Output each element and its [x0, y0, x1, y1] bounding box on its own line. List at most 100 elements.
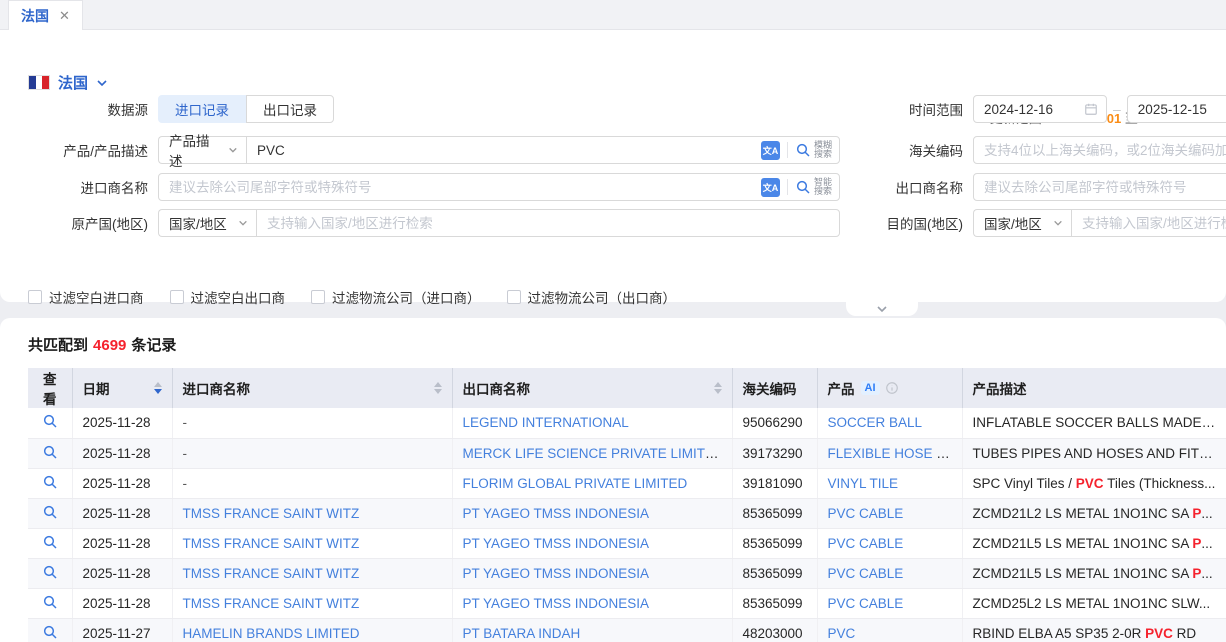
origin-country-input[interactable] [256, 209, 840, 237]
column-header-exporter-label: 出口商名称 [463, 378, 531, 398]
search-icon [42, 624, 58, 640]
table-row: 2025-11-28 TMSS FRANCE SAINT WITZ PT YAG… [28, 588, 1226, 618]
product-link[interactable]: PVC CABLE [828, 566, 904, 581]
cell-date: 2025-11-28 [72, 498, 172, 528]
checkbox-icon [28, 290, 42, 304]
exporter-name-input[interactable] [973, 173, 1226, 201]
chevron-down-icon [96, 77, 108, 89]
checkbox-filter-logistics-importer[interactable]: 过滤物流公司（进口商） [311, 287, 481, 307]
view-record-button[interactable] [42, 534, 58, 550]
divider [787, 179, 788, 195]
exporter-link[interactable]: FLORIM GLOBAL PRIVATE LIMITED [463, 476, 688, 491]
import-records-button[interactable]: 进口记录 [158, 95, 246, 123]
filter-checkboxes: 过滤空白进口商 过滤空白出口商 过滤物流公司（进口商） 过滤物流公司（出口商） [28, 287, 676, 307]
country-tab[interactable]: 法国 ✕ [8, 0, 83, 30]
sort-icon[interactable] [154, 382, 162, 394]
product-field-select[interactable]: 产品描述 [158, 136, 246, 164]
importer-link[interactable]: HAMELIN BRANDS LIMITED [183, 626, 360, 641]
summary-count: 4699 [93, 337, 126, 354]
hs-code-input[interactable] [973, 136, 1226, 164]
country-name: 法国 [58, 72, 88, 93]
cell-description: TUBES PIPES AND HOSES AND FITTI... [962, 438, 1226, 468]
view-record-button[interactable] [42, 624, 58, 640]
product-link[interactable]: PVC CABLE [828, 536, 904, 551]
export-records-button[interactable]: 出口记录 [246, 95, 334, 123]
product-search-input[interactable] [246, 136, 840, 164]
view-record-button[interactable] [42, 594, 58, 610]
column-header-product-label: 产品 [828, 378, 855, 398]
table-header-row: 查看 日期 进口商名称 出口商名称 海关编码 产品AI 产品描述 [28, 368, 1226, 408]
importer-link[interactable]: TMSS FRANCE SAINT WITZ [183, 596, 360, 611]
filter-panel: 法国 更新范围：2012-01-01 至 2025-12-15 数据源 进口记录… [0, 30, 1226, 302]
column-header-importer[interactable]: 进口商名称 [172, 368, 452, 408]
sort-icon[interactable] [714, 382, 722, 394]
close-icon[interactable]: ✕ [59, 9, 70, 22]
origin-country-select-value: 国家/地区 [169, 213, 227, 233]
checkbox-filter-logistics-exporter[interactable]: 过滤物流公司（出口商） [507, 287, 677, 307]
product-link[interactable]: PVC CABLE [828, 506, 904, 521]
country-selector[interactable]: 法国 [28, 72, 108, 93]
cell-hs-code: 95066290 [732, 408, 817, 438]
checkbox-filter-blank-importer[interactable]: 过滤空白进口商 [28, 287, 144, 307]
origin-country-select[interactable]: 国家/地区 [158, 209, 256, 237]
product-link[interactable]: PVC [828, 626, 856, 641]
exporter-link[interactable]: PT BATARA INDAH [463, 626, 581, 641]
exporter-link[interactable]: PT YAGEO TMSS INDONESIA [463, 566, 650, 581]
results-table: 查看 日期 进口商名称 出口商名称 海关编码 产品AI 产品描述 2025-11… [28, 368, 1226, 642]
collapse-filters-button[interactable] [846, 302, 918, 316]
france-flag-icon [28, 75, 50, 90]
importer-link[interactable]: TMSS FRANCE SAINT WITZ [183, 536, 360, 551]
translate-icon[interactable]: 文A [761, 178, 780, 197]
product-field-select-value: 产品描述 [169, 130, 222, 170]
column-header-exporter[interactable]: 出口商名称 [452, 368, 732, 408]
importer-link: - [183, 415, 188, 430]
search-icon [42, 444, 58, 460]
calendar-icon [1084, 102, 1098, 116]
sort-icon[interactable] [434, 382, 442, 394]
cell-date: 2025-11-28 [72, 528, 172, 558]
start-date-input[interactable]: 2024-12-16 [973, 95, 1107, 123]
table-row: 2025-11-27 HAMELIN BRANDS LIMITED PT BAT… [28, 618, 1226, 642]
importer-name-input[interactable] [158, 173, 840, 201]
cell-date: 2025-11-28 [72, 558, 172, 588]
view-record-button[interactable] [42, 413, 58, 429]
exporter-link[interactable]: PT YAGEO TMSS INDONESIA [463, 506, 650, 521]
importer-label: 进口商名称 [20, 177, 148, 197]
view-record-button[interactable] [42, 474, 58, 490]
cell-description: RBIND ELBA A5 SP35 2-0R PVC RD [962, 618, 1226, 642]
fuzzy-search-button[interactable]: 模糊搜索 [795, 141, 832, 160]
column-header-date[interactable]: 日期 [72, 368, 172, 408]
exporter-link[interactable]: LEGEND INTERNATIONAL [463, 415, 629, 430]
cell-description: SPC Vinyl Tiles / PVC Tiles (Thickness..… [962, 468, 1226, 498]
exporter-link[interactable]: MERCK LIFE SCIENCE PRIVATE LIMITED [463, 446, 724, 461]
table-row: 2025-11-28 - FLORIM GLOBAL PRIVATE LIMIT… [28, 468, 1226, 498]
summary-suffix: 条记录 [131, 337, 176, 354]
search-icon [42, 564, 58, 580]
translate-icon[interactable]: 文A [761, 141, 780, 160]
checkbox-label: 过滤物流公司（进口商） [332, 287, 481, 307]
view-record-button[interactable] [42, 444, 58, 460]
smart-search-label-2: 搜索 [814, 187, 832, 197]
checkbox-filter-blank-exporter[interactable]: 过滤空白出口商 [170, 287, 286, 307]
destination-country-input[interactable] [1071, 209, 1226, 237]
info-icon[interactable] [885, 381, 899, 395]
product-link[interactable]: FLEXIBLE HOSE PVC [828, 446, 963, 461]
cell-description: ZCMD21L5 LS METAL 1NO1NC SA P... [962, 528, 1226, 558]
destination-country-select[interactable]: 国家/地区 [973, 209, 1071, 237]
product-link[interactable]: VINYL TILE [828, 476, 899, 491]
product-link[interactable]: SOCCER BALL [828, 415, 923, 430]
exporter-link[interactable]: PT YAGEO TMSS INDONESIA [463, 596, 650, 611]
column-header-hs-code: 海关编码 [732, 368, 817, 408]
results-summary: 共匹配到4699条记录 [28, 334, 176, 355]
exporter-link[interactable]: PT YAGEO TMSS INDONESIA [463, 536, 650, 551]
importer-link[interactable]: TMSS FRANCE SAINT WITZ [183, 506, 360, 521]
cell-date: 2025-11-28 [72, 438, 172, 468]
end-date-input[interactable]: 2025-12-15 [1127, 95, 1226, 123]
smart-search-button[interactable]: 智能搜索 [795, 178, 832, 197]
checkbox-label: 过滤空白进口商 [49, 287, 144, 307]
cell-hs-code: 85365099 [732, 528, 817, 558]
view-record-button[interactable] [42, 564, 58, 580]
view-record-button[interactable] [42, 504, 58, 520]
importer-link[interactable]: TMSS FRANCE SAINT WITZ [183, 566, 360, 581]
product-link[interactable]: PVC CABLE [828, 596, 904, 611]
